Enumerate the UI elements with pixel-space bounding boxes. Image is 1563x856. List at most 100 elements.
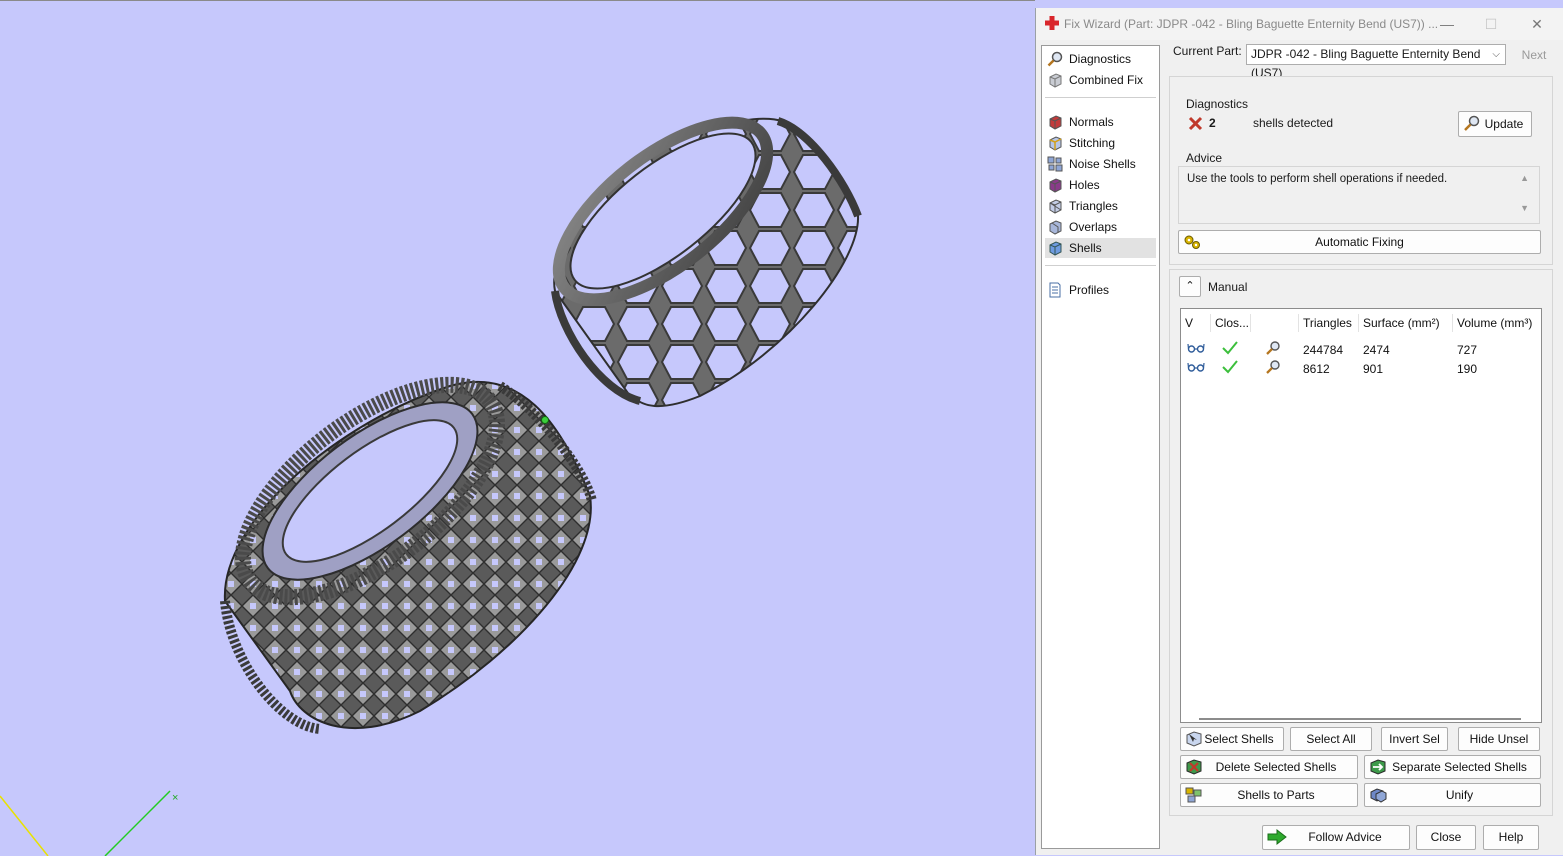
- nav-item-diagnostics[interactable]: Diagnostics: [1045, 49, 1156, 69]
- shells-to-parts-icon: [1185, 787, 1202, 803]
- scroll-up-icon[interactable]: ▲: [1520, 173, 1529, 183]
- separate-selected-label: Separate Selected Shells: [1392, 760, 1527, 774]
- delete-shell-icon: [1186, 759, 1202, 775]
- nav-label: Normals: [1069, 115, 1114, 129]
- scene-canvas: ×: [0, 116, 862, 856]
- window-title: Fix Wizard (Part: JDPR -042 - Bling Bagu…: [1064, 17, 1439, 31]
- select-all-button[interactable]: Select All: [1290, 727, 1372, 751]
- chevron-double-up-icon: ⌃: [1185, 280, 1195, 292]
- close-window-button[interactable]: ✕: [1522, 12, 1552, 36]
- shells-to-parts-label: Shells to Parts: [1237, 788, 1315, 802]
- gears-icon: [1184, 235, 1200, 249]
- cell-volume: 190: [1457, 362, 1478, 376]
- nav-item-holes[interactable]: Holes: [1045, 175, 1156, 195]
- eyeglasses-icon[interactable]: [1187, 342, 1205, 354]
- triangles-icon: [1049, 199, 1062, 214]
- nav-item-noise-shells[interactable]: Noise Shells: [1045, 154, 1156, 174]
- select-shells-button[interactable]: Select Shells: [1180, 727, 1284, 751]
- holes-icon: [1049, 178, 1062, 193]
- manual-title: Manual: [1208, 280, 1248, 294]
- hex-ring-model: [551, 116, 862, 408]
- red-cross-icon: [1045, 16, 1059, 30]
- invert-sel-button[interactable]: Invert Sel: [1381, 727, 1448, 751]
- select-shells-label: Select Shells: [1204, 732, 1274, 746]
- cell-triangles: 8612: [1303, 362, 1330, 376]
- shells-table[interactable]: V Clos... Triangles Surface (mm²) Volume…: [1180, 308, 1542, 723]
- column-header-surface[interactable]: Surface (mm²): [1359, 314, 1453, 332]
- nav-divider: [1045, 265, 1156, 266]
- nav-label: Combined Fix: [1069, 73, 1144, 87]
- column-header-visible[interactable]: V: [1181, 314, 1211, 332]
- woven-ring-model: [220, 376, 597, 734]
- eyeglasses-icon[interactable]: [1187, 361, 1205, 373]
- nav-label: Profiles: [1069, 283, 1110, 297]
- scroll-down-icon[interactable]: ▼: [1520, 203, 1529, 213]
- advice-title: Advice: [1186, 151, 1223, 165]
- nav-divider: [1045, 97, 1156, 98]
- normals-icon: [1049, 115, 1062, 130]
- shells-icon: [1049, 241, 1062, 256]
- magnifier-icon[interactable]: [1265, 359, 1281, 375]
- automatic-fixing-button[interactable]: Automatic Fixing: [1178, 230, 1541, 254]
- unify-icon: [1370, 788, 1387, 803]
- cell-volume: 727: [1457, 343, 1478, 357]
- noise-shells-icon: [1047, 156, 1063, 172]
- axis-triad: ×: [0, 790, 178, 856]
- title-bar: Fix Wizard (Part: JDPR -042 - Bling Bagu…: [1036, 8, 1563, 40]
- follow-advice-label: Follow Advice: [1308, 830, 1382, 844]
- next-button[interactable]: Next: [1514, 44, 1554, 66]
- cell-surface: 2474: [1363, 343, 1390, 357]
- 3d-viewport[interactable]: ×: [0, 0, 1035, 856]
- checkmark-icon: [1222, 360, 1238, 374]
- current-part-select[interactable]: JDPR -042 - Bling Baguette Enternity Ben…: [1246, 44, 1506, 80]
- nav-label: Holes: [1069, 178, 1100, 192]
- stitching-icon: [1049, 136, 1062, 151]
- nav-item-profiles[interactable]: Profiles: [1045, 280, 1156, 300]
- nav-item-overlaps[interactable]: Overlaps: [1045, 217, 1156, 237]
- unify-button[interactable]: Unify: [1364, 783, 1541, 807]
- help-button[interactable]: Help: [1483, 825, 1539, 850]
- shell-count: 2: [1209, 116, 1216, 130]
- column-header-volume[interactable]: Volume (mm³): [1453, 314, 1541, 332]
- maximize-button[interactable]: ☐: [1476, 12, 1506, 36]
- magnifier-icon: [1047, 51, 1063, 67]
- close-button[interactable]: Close: [1416, 825, 1476, 850]
- delete-selected-label: Delete Selected Shells: [1215, 760, 1337, 774]
- follow-advice-button[interactable]: Follow Advice: [1262, 825, 1410, 850]
- nav-item-stitching[interactable]: Stitching: [1045, 133, 1156, 153]
- advice-box: Use the tools to perform shell operation…: [1178, 166, 1540, 224]
- nav-item-triangles[interactable]: Triangles: [1045, 196, 1156, 216]
- update-button[interactable]: Update: [1458, 111, 1532, 137]
- column-header-action[interactable]: [1251, 314, 1299, 332]
- separate-shell-icon: [1370, 759, 1386, 775]
- diagnostics-title: Diagnostics: [1186, 97, 1249, 111]
- column-header-closed[interactable]: Clos...: [1211, 314, 1251, 332]
- update-label: Update: [1484, 117, 1524, 131]
- hide-unsel-button[interactable]: Hide Unsel: [1458, 727, 1540, 751]
- arrow-right-icon: [1267, 828, 1287, 846]
- nav-item-combined-fix[interactable]: Combined Fix: [1045, 70, 1156, 90]
- nav-item-normals[interactable]: Normals: [1045, 112, 1156, 132]
- select-cube-icon: [1186, 731, 1202, 747]
- nav-label: Diagnostics: [1069, 52, 1132, 66]
- current-part-label: Current Part:: [1173, 44, 1242, 58]
- magnifier-icon[interactable]: [1265, 340, 1281, 356]
- horizontal-scrollbar[interactable]: [1199, 718, 1521, 720]
- document-icon: [1049, 282, 1061, 298]
- nav-label: Overlaps: [1069, 220, 1118, 234]
- cell-surface: 901: [1363, 362, 1384, 376]
- cube-icon: [1049, 73, 1062, 88]
- nav-label: Shells: [1069, 241, 1102, 255]
- shells-to-parts-button[interactable]: Shells to Parts: [1180, 783, 1358, 807]
- cell-triangles: 244784: [1303, 343, 1344, 357]
- separate-selected-shells-button[interactable]: Separate Selected Shells: [1364, 755, 1541, 779]
- column-header-triangles[interactable]: Triangles: [1299, 314, 1359, 332]
- collapse-button[interactable]: ⌃: [1179, 276, 1201, 297]
- minimize-button[interactable]: —: [1432, 12, 1462, 36]
- chevron-down-icon: ⌵: [1492, 49, 1500, 60]
- nav-label: Noise Shells: [1069, 157, 1136, 171]
- pivot-point: [541, 416, 549, 424]
- nav-item-shells[interactable]: Shells: [1045, 238, 1156, 258]
- delete-selected-shells-button[interactable]: Delete Selected Shells: [1180, 755, 1358, 779]
- automatic-fixing-label: Automatic Fixing: [1315, 235, 1404, 249]
